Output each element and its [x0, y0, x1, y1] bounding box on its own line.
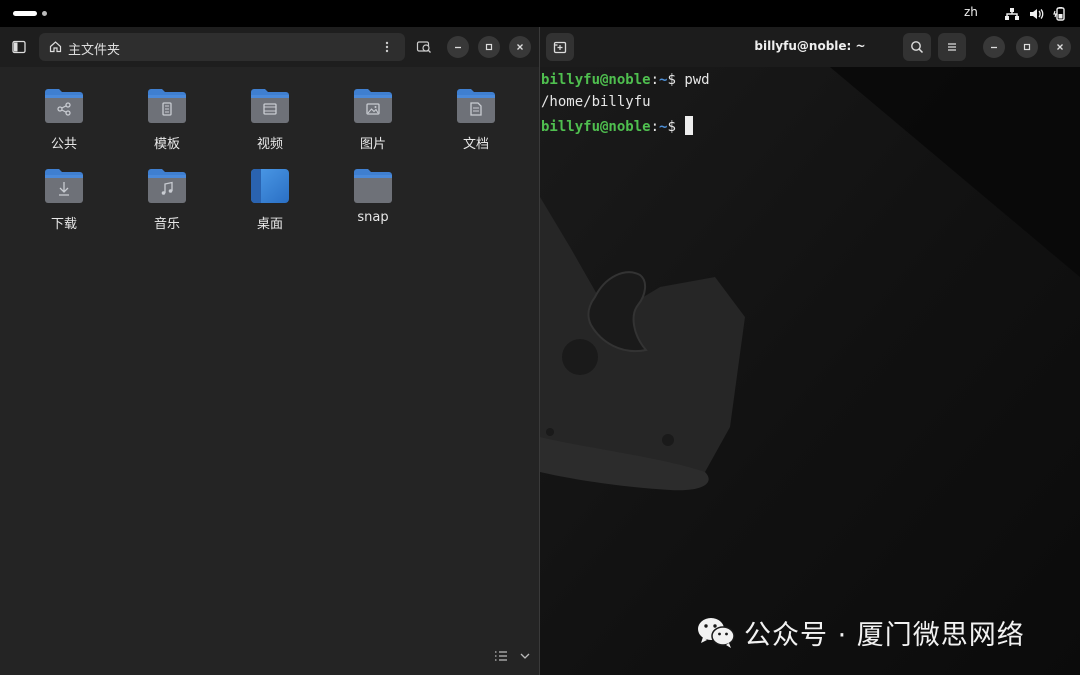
new-tab-icon	[553, 41, 567, 54]
terminal-headerbar: billyfu@noble: ~	[540, 27, 1080, 67]
terminal-close-button[interactable]	[1049, 36, 1071, 58]
volume-icon[interactable]	[1028, 6, 1044, 22]
folder-item[interactable]: 下载	[19, 168, 109, 238]
command-output: /home/billyfu	[541, 94, 651, 110]
prompt-symbol: $	[667, 119, 685, 135]
terminal-window: billyfu@noble: ~ billyfu@noble:~$ pwd /h…	[540, 27, 1080, 675]
desktop-icon	[251, 169, 289, 203]
minimize-icon	[991, 46, 997, 49]
terminal-title: billyfu@noble: ~	[754, 39, 866, 53]
folder-label: 下载	[50, 217, 77, 232]
music-icon	[148, 169, 186, 203]
folder-label: 音乐	[153, 217, 180, 232]
hamburger-menu-icon	[948, 43, 956, 51]
folder-item[interactable]: snap	[328, 168, 418, 238]
watermark-text: 公众号 · 厦门微思网络	[744, 619, 1025, 651]
wechat-icon	[698, 618, 735, 648]
new-tab-button[interactable]	[546, 33, 574, 61]
terminal-search-button[interactable]	[903, 33, 931, 61]
chevron-down-icon	[520, 653, 530, 659]
download-icon	[45, 169, 83, 203]
terminal-menu-button[interactable]	[938, 33, 966, 61]
watermark: 公众号 · 厦门微思网络	[696, 612, 1025, 652]
folder-label: 图片	[359, 137, 386, 152]
share-icon	[45, 89, 83, 123]
workspace-indicator-active[interactable]	[13, 11, 37, 16]
prompt-symbol: $	[667, 72, 685, 88]
folder-icon	[354, 169, 392, 203]
terminal-minimize-button[interactable]	[983, 36, 1005, 58]
minimize-button[interactable]	[447, 36, 469, 58]
search-folder-icon	[416, 41, 431, 53]
command-text: pwd	[684, 72, 710, 88]
document-icon	[457, 89, 495, 123]
terminal-line: billyfu@noble:~$ pwd	[541, 72, 710, 88]
folder-item[interactable]: 视频	[225, 88, 315, 158]
search-files-button[interactable]	[410, 33, 438, 61]
top-bar: zh	[0, 0, 1080, 27]
list-view-icon	[495, 651, 507, 661]
home-icon	[49, 41, 62, 53]
folder-item[interactable]: 文档	[431, 88, 521, 158]
input-language-indicator[interactable]: zh	[964, 5, 978, 19]
view-options-button[interactable]	[515, 647, 535, 665]
text-cursor	[685, 116, 694, 135]
terminal-line: /home/billyfu	[541, 94, 651, 110]
battery-icon[interactable]	[1052, 6, 1068, 22]
files-window: 主文件夹 公共 模板 视频 图片 文档 下载 音乐 桌面 snap	[0, 27, 540, 675]
film-icon	[251, 89, 289, 123]
folder-label: 桌面	[256, 217, 283, 232]
files-headerbar: 主文件夹	[0, 27, 540, 67]
maximize-button[interactable]	[478, 36, 500, 58]
folder-label: 公共	[50, 137, 77, 152]
prompt-user: billyfu@noble	[541, 119, 651, 135]
folder-label: 模板	[153, 137, 180, 152]
workspace-indicator[interactable]	[42, 11, 47, 16]
sidebar-toggle-button[interactable]	[5, 33, 33, 61]
maximize-icon	[1023, 43, 1031, 51]
search-icon	[911, 41, 924, 54]
prompt-separator: :	[650, 72, 660, 88]
folder-item[interactable]: 桌面	[225, 168, 315, 238]
image-icon	[354, 89, 392, 123]
folder-label: 文档	[462, 137, 489, 152]
maximize-icon	[485, 43, 493, 51]
folder-item[interactable]: 公共	[19, 88, 109, 158]
location-label: 主文件夹	[68, 43, 121, 58]
minimize-icon	[455, 46, 461, 49]
more-options-icon[interactable]	[385, 41, 389, 53]
prompt-user: billyfu@noble	[541, 72, 651, 88]
template-icon	[148, 89, 186, 123]
folder-label: snap	[357, 210, 389, 225]
folder-item[interactable]: 模板	[122, 88, 212, 158]
close-icon	[1057, 44, 1063, 50]
close-icon	[517, 44, 523, 50]
close-button[interactable]	[509, 36, 531, 58]
folder-label: 视频	[256, 137, 283, 152]
view-mode-button[interactable]	[491, 647, 511, 665]
folder-item[interactable]: 图片	[328, 88, 418, 158]
network-icon[interactable]	[1004, 6, 1020, 22]
terminal-maximize-button[interactable]	[1016, 36, 1038, 58]
location-bar[interactable]: 主文件夹	[39, 33, 405, 61]
sidebar-icon	[12, 40, 26, 54]
terminal-line[interactable]: billyfu@noble:~$	[541, 116, 694, 135]
folder-item[interactable]: 音乐	[122, 168, 212, 238]
prompt-separator: :	[650, 119, 660, 135]
